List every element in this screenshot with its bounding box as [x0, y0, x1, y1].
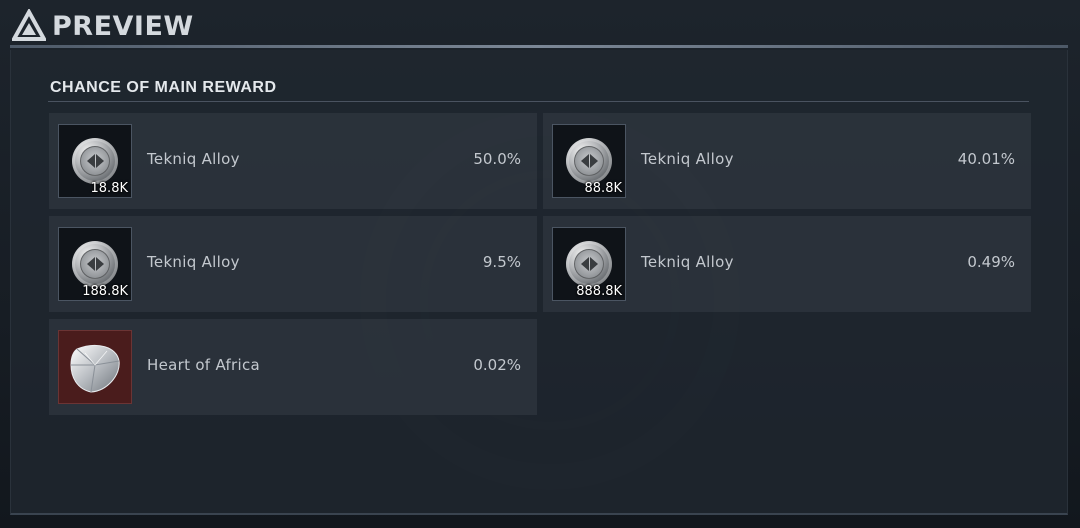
reward-quantity: 888.8K	[576, 284, 622, 299]
section-title: CHANCE OF MAIN REWARD	[50, 79, 277, 96]
header-divider	[10, 45, 1068, 48]
reward-chance: 0.49%	[967, 253, 1015, 271]
reward-name: Tekniq Alloy	[147, 150, 240, 168]
page-header: PREVIEW	[12, 8, 194, 44]
reward-thumbnail: 88.8K	[552, 124, 626, 198]
tekniq-alloy-coin-icon	[566, 138, 612, 184]
reward-grid: 18.8K Tekniq Alloy 50.0% 88.8K Tekniq Al…	[49, 113, 1031, 415]
reward-chance: 50.0%	[473, 150, 521, 168]
reward-chance: 0.02%	[473, 356, 521, 374]
reward-chance: 9.5%	[482, 253, 521, 271]
tekniq-alloy-coin-icon	[72, 241, 118, 287]
tekniq-alloy-coin-icon	[566, 241, 612, 287]
reward-card[interactable]: 88.8K Tekniq Alloy 40.01%	[543, 113, 1031, 209]
diamond-gem-icon	[70, 345, 120, 393]
reward-thumbnail: 888.8K	[552, 227, 626, 301]
reward-card[interactable]: 18.8K Tekniq Alloy 50.0%	[49, 113, 537, 209]
reward-name: Tekniq Alloy	[641, 253, 734, 271]
section-divider	[48, 101, 1029, 102]
reward-name: Heart of Africa	[147, 356, 261, 374]
reward-chance: 40.01%	[957, 150, 1015, 168]
reward-card[interactable]: 888.8K Tekniq Alloy 0.49%	[543, 216, 1031, 312]
page-title: PREVIEW	[52, 10, 194, 42]
reward-card[interactable]: 188.8K Tekniq Alloy 9.5%	[49, 216, 537, 312]
reward-thumbnail	[58, 330, 132, 404]
reward-thumbnail: 188.8K	[58, 227, 132, 301]
reward-quantity: 18.8K	[90, 181, 128, 196]
triangle-logo-icon	[12, 9, 46, 41]
reward-name: Tekniq Alloy	[641, 150, 734, 168]
tekniq-alloy-coin-icon	[72, 138, 118, 184]
reward-name: Tekniq Alloy	[147, 253, 240, 271]
reward-quantity: 88.8K	[584, 181, 622, 196]
reward-thumbnail: 18.8K	[58, 124, 132, 198]
reward-quantity: 188.8K	[82, 284, 128, 299]
reward-card[interactable]: Heart of Africa 0.02%	[49, 319, 537, 415]
